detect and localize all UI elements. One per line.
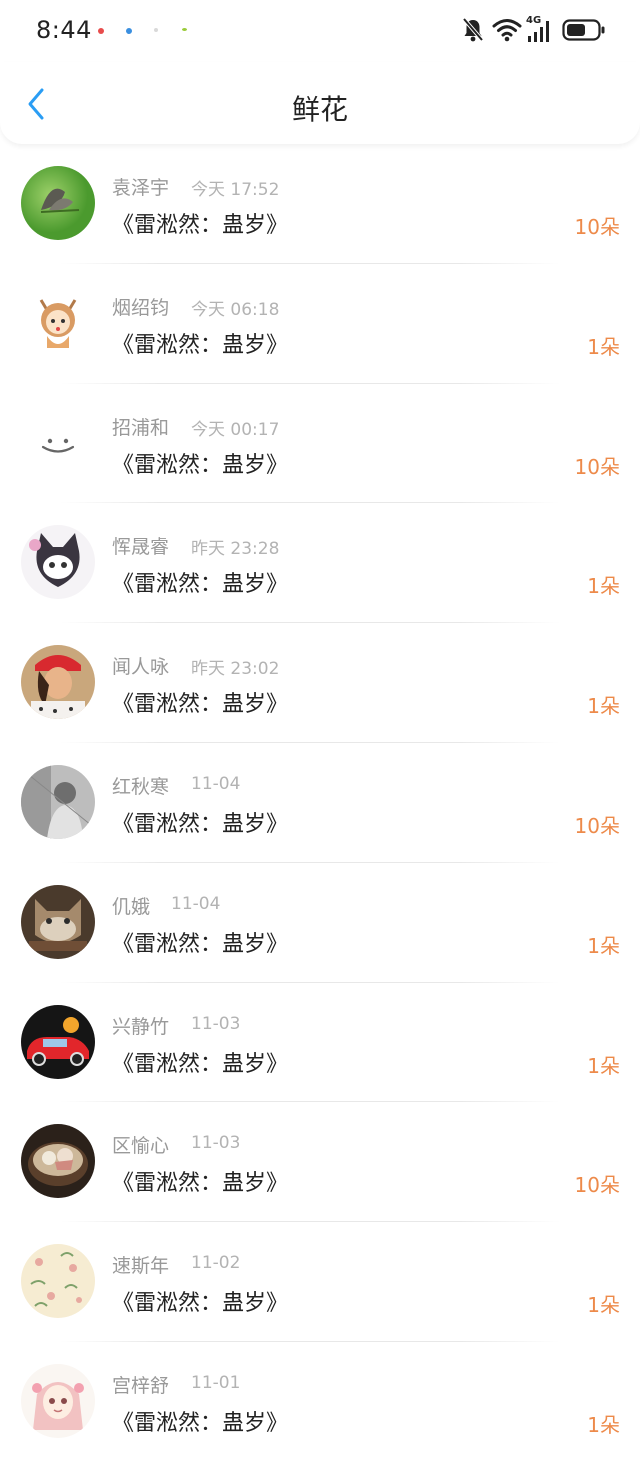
work-title[interactable]: 《雷淞然：蛊岁》: [112, 1285, 288, 1317]
work-title[interactable]: 《雷淞然：蛊岁》: [112, 327, 288, 359]
send-time: 今天 00:17: [191, 419, 280, 440]
sender-name: 袁泽宇: [112, 177, 170, 199]
flower-count: 1朵: [587, 694, 620, 719]
sender-name: 仉娥: [112, 895, 151, 918]
avatar[interactable]: [21, 764, 95, 839]
avatar[interactable]: [21, 1124, 95, 1199]
send-time: 11-04: [191, 773, 241, 794]
status-time: 8:44: [36, 16, 92, 44]
flower-count: 10朵: [574, 813, 620, 838]
avatar[interactable]: [21, 884, 95, 959]
avatar[interactable]: [21, 166, 95, 240]
list-item[interactable]: 区愉心 11-03 《雷淞然：蛊岁》 10朵: [0, 1102, 640, 1223]
flower-count: 1朵: [587, 933, 620, 958]
send-time: 11-02: [191, 1253, 241, 1274]
list-item[interactable]: 招浦和 今天 00:17 《雷淞然：蛊岁》 10朵: [0, 384, 640, 504]
flower-count: 10朵: [574, 215, 620, 239]
list-item[interactable]: 袁泽宇 今天 17:52 《雷淞然：蛊岁》 10朵: [0, 144, 640, 264]
list-item[interactable]: 闻人咏 昨天 23:02 《雷淞然：蛊岁》 1朵: [0, 623, 640, 743]
list-item[interactable]: 烟绍钧 今天 06:18 《雷淞然：蛊岁》 1朵: [0, 264, 640, 384]
send-time: 11-04: [171, 893, 221, 914]
work-title[interactable]: 《雷淞然：蛊岁》: [112, 686, 288, 718]
work-title[interactable]: 《雷淞然：蛊岁》: [112, 806, 288, 838]
list-item[interactable]: 速斯年 11-02 《雷淞然：蛊岁》 1朵: [0, 1222, 640, 1342]
sender-name: 闻人咏: [112, 656, 170, 679]
send-time: 11-03: [191, 1133, 241, 1154]
notification-dot: [154, 28, 158, 32]
signal-4g-icon: 4G: [526, 16, 554, 44]
flower-count: 1朵: [587, 574, 620, 599]
sender-name: 速斯年: [112, 1255, 170, 1278]
work-title[interactable]: 《雷淞然：蛊岁》: [112, 1165, 288, 1197]
send-time: 今天 06:18: [191, 299, 280, 320]
sender-name: 红秋寒: [112, 775, 170, 798]
flower-gift-list: 袁泽宇 今天 17:52 《雷淞然：蛊岁》 10朵 烟绍钧 今天 06:18 《…: [0, 144, 640, 1462]
avatar[interactable]: [21, 645, 95, 720]
app-header: 鲜花: [0, 62, 640, 144]
flower-count: 1朵: [587, 1412, 620, 1437]
send-time: 昨天 23:02: [191, 659, 280, 680]
sender-name: 恽晟睿: [112, 536, 170, 559]
mute-bell-icon: [462, 17, 484, 42]
notification-dot: [98, 28, 104, 34]
avatar[interactable]: [21, 525, 95, 600]
flower-count: 10朵: [574, 1173, 620, 1198]
send-time: 今天 17:52: [191, 180, 280, 200]
sender-name: 招浦和: [112, 416, 170, 439]
notification-dot: [182, 28, 187, 31]
battery-icon: [562, 19, 605, 41]
list-item[interactable]: 宫梓舒 11-01 《雷淞然：蛊岁》 1朵: [0, 1342, 640, 1462]
list-item[interactable]: 红秋寒 11-04 《雷淞然：蛊岁》 10朵: [0, 743, 640, 863]
sender-name: 兴静竹: [112, 1015, 170, 1038]
avatar[interactable]: [21, 1244, 95, 1319]
work-title[interactable]: 《雷淞然：蛊岁》: [112, 1046, 288, 1078]
list-item[interactable]: 恽晟睿 昨天 23:28 《雷淞然：蛊岁》 1朵: [0, 503, 640, 624]
list-item[interactable]: 仉娥 11-04 《雷淞然：蛊岁》 1朵: [0, 863, 640, 983]
avatar[interactable]: [21, 1004, 95, 1079]
send-time: 11-03: [191, 1013, 241, 1034]
work-title[interactable]: 《雷淞然：蛊岁》: [112, 566, 288, 598]
avatar[interactable]: [21, 285, 95, 360]
flower-count: 1朵: [587, 1053, 620, 1078]
page-title: 鲜花: [291, 93, 348, 126]
sender-name: 区愉心: [112, 1135, 170, 1158]
work-title[interactable]: 《雷淞然：蛊岁》: [112, 207, 288, 239]
wifi-icon: [492, 19, 522, 42]
work-title[interactable]: 《雷淞然：蛊岁》: [112, 1405, 288, 1437]
sender-name: 宫梓舒: [112, 1374, 170, 1397]
send-time: 11-01: [191, 1372, 241, 1393]
send-time: 昨天 23:28: [191, 539, 280, 560]
status-bar: 8:44 4G: [0, 0, 640, 62]
flower-count: 1朵: [587, 1293, 620, 1318]
status-icons: 4G: [462, 16, 605, 44]
work-title[interactable]: 《雷淞然：蛊岁》: [112, 447, 288, 479]
sender-name: 烟绍钧: [112, 296, 170, 319]
flower-count: 1朵: [587, 334, 620, 359]
work-title[interactable]: 《雷淞然：蛊岁》: [112, 926, 288, 958]
list-item[interactable]: 兴静竹 11-03 《雷淞然：蛊岁》 1朵: [0, 983, 640, 1103]
avatar[interactable]: [21, 1363, 95, 1438]
flower-count: 10朵: [574, 454, 620, 479]
notification-dot: [126, 28, 132, 34]
avatar[interactable]: [21, 405, 95, 480]
